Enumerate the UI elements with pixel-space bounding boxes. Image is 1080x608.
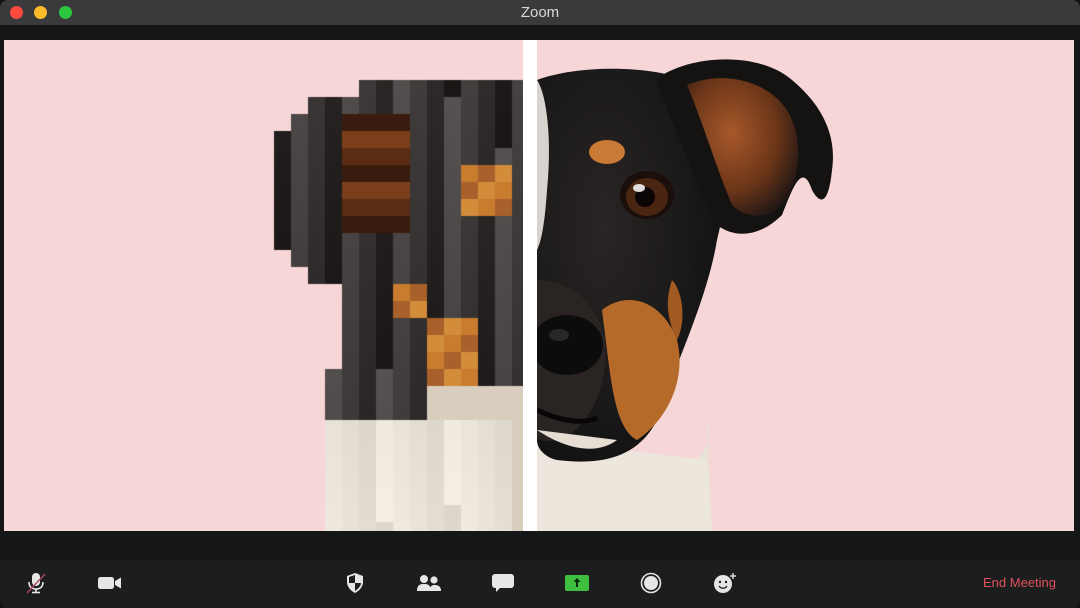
reactions-button[interactable]	[710, 570, 740, 596]
share-screen-icon	[565, 575, 589, 591]
window-title: Zoom	[520, 4, 560, 21]
meeting-toolbar: End Meeting	[0, 560, 1080, 608]
video-stage	[4, 40, 1074, 531]
video-button[interactable]	[95, 570, 125, 596]
pixelated-dog-image	[4, 40, 523, 531]
microphone-muted-icon	[26, 573, 46, 594]
dog-nose-highlight	[549, 329, 569, 341]
mute-button[interactable]	[21, 570, 51, 596]
participants-icon	[417, 575, 441, 591]
shield-icon	[347, 573, 363, 593]
end-meeting-button[interactable]: End Meeting	[983, 575, 1056, 590]
video-camera-icon	[98, 577, 121, 589]
dog-photo	[537, 59, 833, 531]
title-bar: Zoom	[0, 0, 1080, 25]
chat-button[interactable]	[488, 570, 518, 596]
record-icon	[640, 572, 662, 594]
share-screen-button[interactable]	[562, 570, 592, 596]
security-button[interactable]	[340, 570, 370, 596]
record-button[interactable]	[636, 570, 666, 596]
chat-bubble-icon	[492, 574, 514, 592]
dog-eyebrow	[589, 140, 625, 164]
reactions-icon	[714, 573, 736, 593]
dog-eye-highlight	[633, 184, 645, 192]
split-divider	[523, 40, 537, 531]
participants-button[interactable]	[414, 570, 444, 596]
